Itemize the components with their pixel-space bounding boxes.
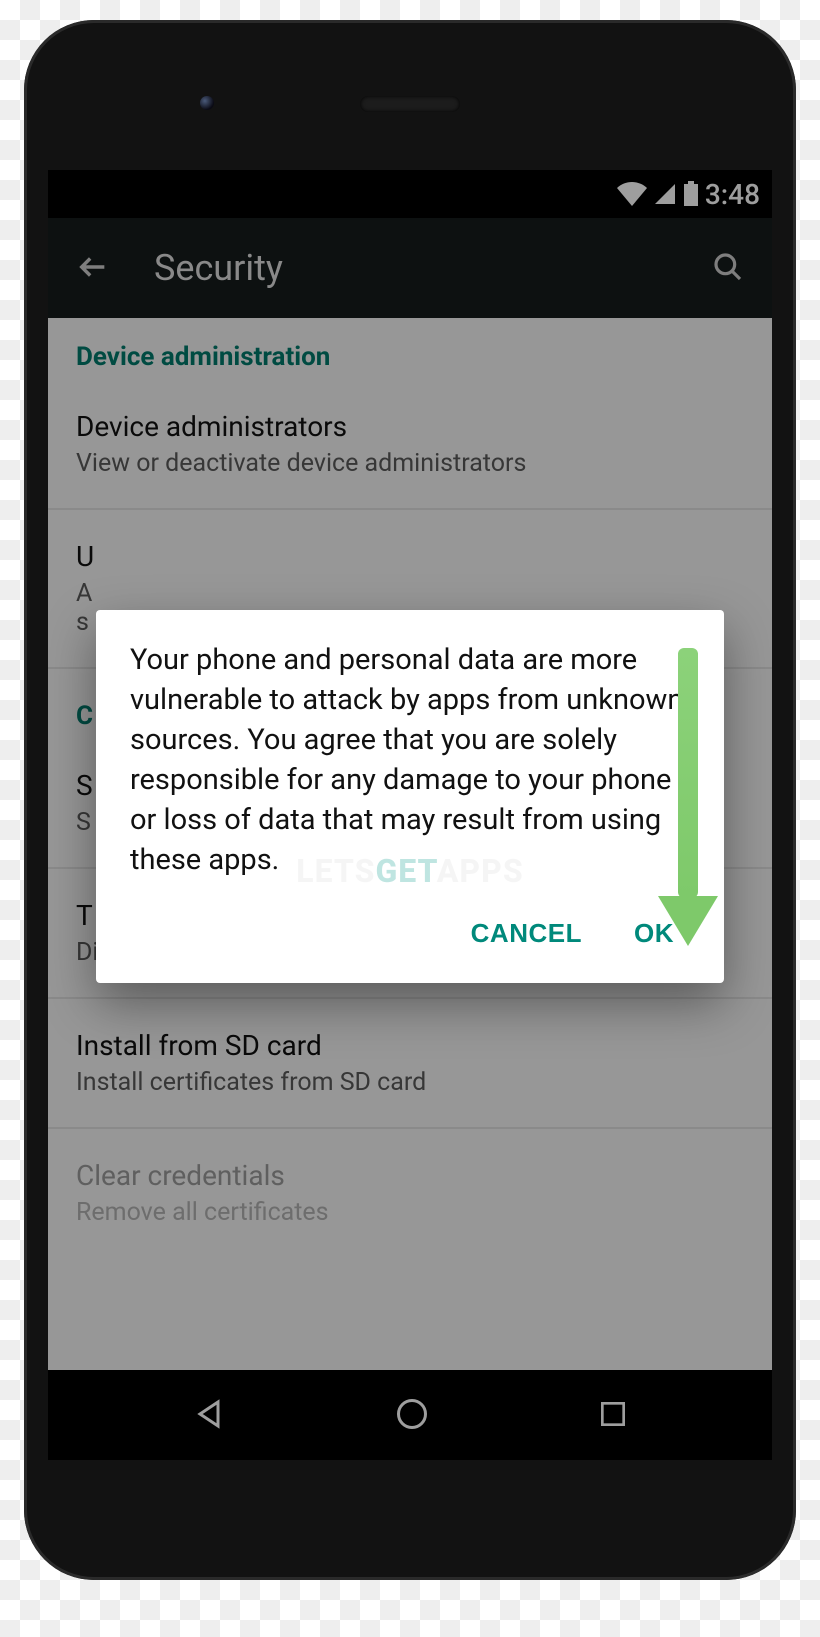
phone-camera [200,96,214,110]
dialog-message: Your phone and personal data are more vu… [130,640,690,880]
unknown-sources-dialog: Your phone and personal data are more vu… [96,610,724,983]
phone-frame: 3:48 Security Device administration Devi… [24,20,796,1580]
cancel-button[interactable]: CANCEL [467,908,586,959]
phone-speaker [360,96,460,112]
dialog-actions: CANCEL OK [130,880,690,967]
screen: 3:48 Security Device administration Devi… [48,170,772,1460]
ok-button[interactable]: OK [630,908,678,959]
